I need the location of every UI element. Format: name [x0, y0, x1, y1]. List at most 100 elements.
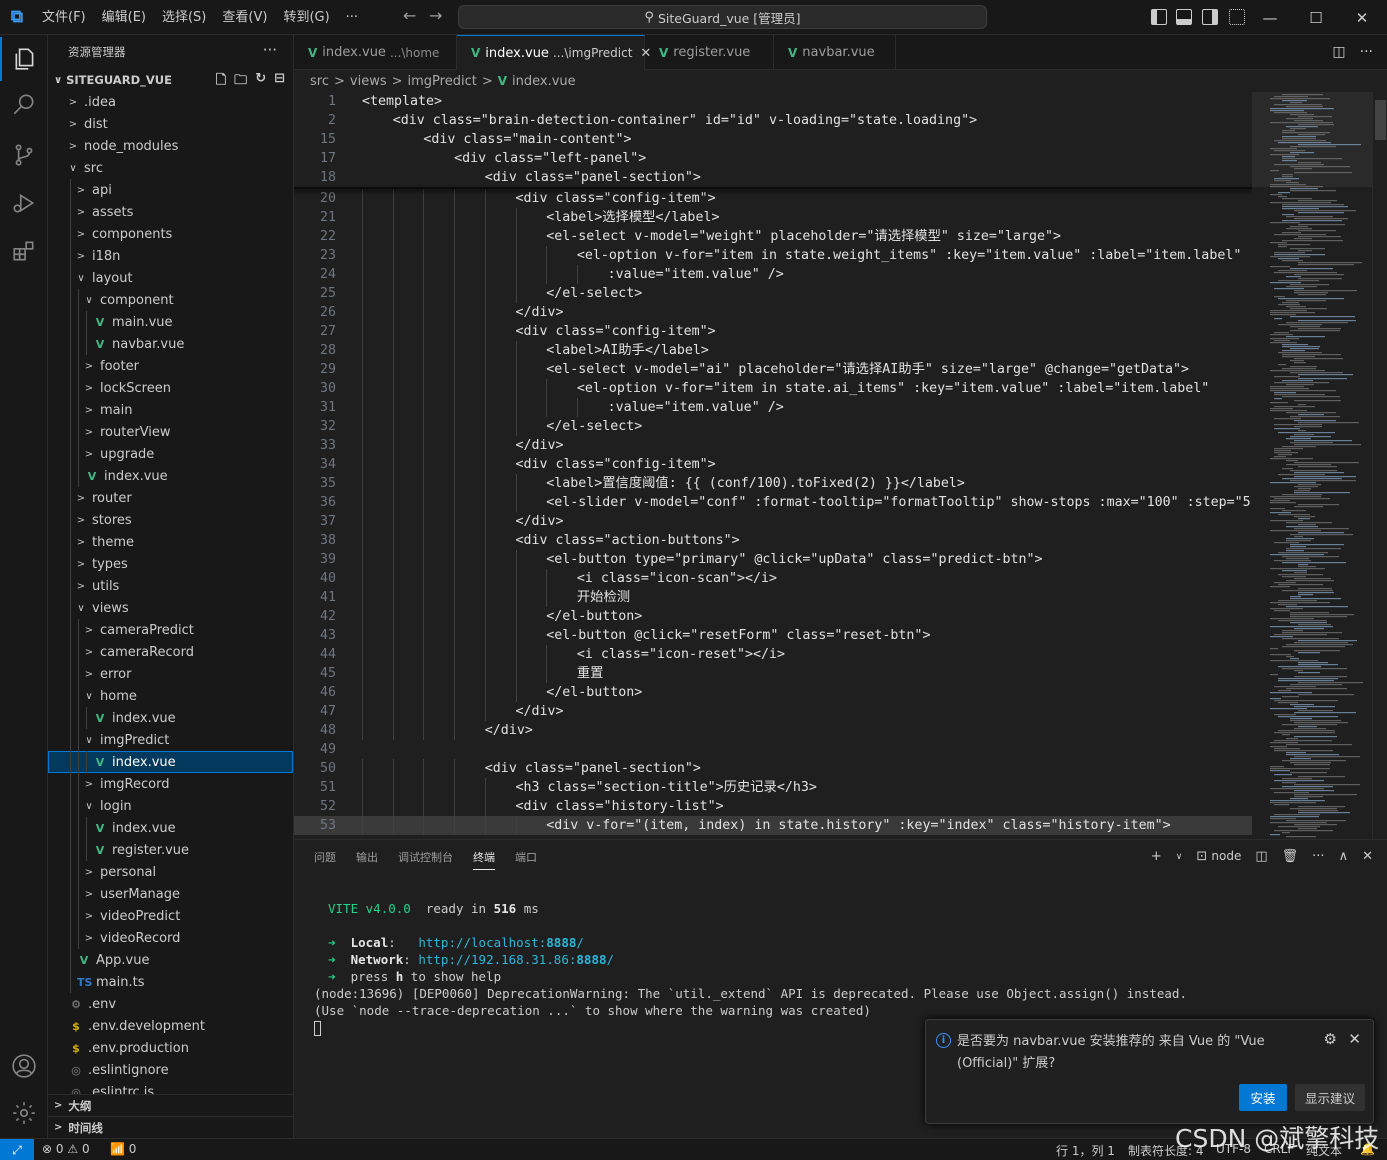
tab-problems[interactable]: 问题	[314, 840, 336, 876]
close-window-icon[interactable]: ✕	[1339, 0, 1385, 35]
tree-item[interactable]: ∨ imgPredict	[48, 729, 293, 751]
customize-layout-icon[interactable]	[1229, 9, 1245, 25]
manage-gear-icon[interactable]	[0, 1091, 48, 1135]
tab-ports[interactable]: 端口	[515, 840, 537, 876]
menu-more[interactable]: ···	[338, 0, 366, 35]
tree-item[interactable]: ∨ component	[48, 289, 293, 311]
tree-item[interactable]: > .idea	[48, 91, 293, 113]
tree-item[interactable]: > components	[48, 223, 293, 245]
collapse-all-icon[interactable]: ⊟	[274, 71, 285, 93]
split-terminal-icon[interactable]: ◫	[1255, 849, 1267, 864]
minimap[interactable]	[1252, 92, 1372, 839]
toggle-secondary-sidebar-icon[interactable]	[1202, 9, 1218, 25]
tree-item[interactable]: TS main.ts	[48, 971, 293, 993]
tree-item[interactable]: > theme	[48, 531, 293, 553]
workspace-root[interactable]: ∨ SITEGUARD_VUE 🗋 🗀 ↻ ⊟	[48, 69, 293, 91]
tree-item[interactable]: > videoRecord	[48, 927, 293, 949]
close-icon[interactable]: ✕	[1348, 1030, 1361, 1048]
new-terminal-icon[interactable]: +	[1151, 849, 1162, 864]
tree-item[interactable]: > i18n	[48, 245, 293, 267]
ports-status[interactable]: 📶 0	[110, 1142, 136, 1156]
breadcrumb-item[interactable]: index.vue	[512, 74, 576, 89]
new-file-icon[interactable]: 🗋	[216, 71, 226, 93]
account-icon[interactable]	[0, 1044, 48, 1088]
tree-item[interactable]: > lockScreen	[48, 377, 293, 399]
menu-selection[interactable]: 选择(S)	[154, 0, 214, 35]
code-editor[interactable]: 19<h3 class="section-title">模型配置</h3>20<…	[294, 92, 1252, 839]
outline-section[interactable]: > 大纲	[48, 1094, 293, 1116]
breadcrumb-item[interactable]: imgPredict	[408, 74, 477, 89]
source-control-icon[interactable]	[0, 133, 48, 177]
tree-item[interactable]: > personal	[48, 861, 293, 883]
tab-register[interactable]: V register.vue	[645, 35, 774, 70]
minimize-icon[interactable]: —	[1247, 0, 1293, 35]
tree-item[interactable]: > types	[48, 553, 293, 575]
more-actions-icon[interactable]: ···	[1312, 849, 1324, 864]
tree-item[interactable]: $ .env.development	[48, 1015, 293, 1037]
chevron-down-icon[interactable]: ∨	[1176, 852, 1183, 862]
tree-item[interactable]: > error	[48, 663, 293, 685]
menu-edit[interactable]: 编辑(E)	[94, 0, 154, 35]
tree-item[interactable]: > footer	[48, 355, 293, 377]
editor-scrollbar[interactable]	[1372, 92, 1387, 839]
tree-item[interactable]: Vindex.vue	[48, 817, 293, 839]
search-view-icon[interactable]	[0, 83, 48, 127]
tab-output[interactable]: 输出	[356, 840, 378, 876]
tree-item[interactable]: > cameraRecord	[48, 641, 293, 663]
toggle-panel-icon[interactable]	[1176, 9, 1192, 25]
tab-index-imgpredict[interactable]: V index.vue ...\imgPredict ✕	[457, 35, 651, 70]
menu-goto[interactable]: 转到(G)	[275, 0, 337, 35]
tree-item[interactable]: > upgrade	[48, 443, 293, 465]
tree-item[interactable]: ∨ layout	[48, 267, 293, 289]
forward-arrow-icon[interactable]: →	[429, 6, 442, 25]
show-recommendations-button[interactable]: 显示建议	[1295, 1084, 1365, 1111]
tree-item[interactable]: > routerView	[48, 421, 293, 443]
tree-item[interactable]: Vindex.vue	[48, 707, 293, 729]
maximize-panel-icon[interactable]: ∧	[1339, 849, 1349, 864]
close-panel-icon[interactable]: ✕	[1362, 849, 1373, 864]
terminal-shell[interactable]: ⊡ node	[1196, 849, 1241, 864]
cursor-position[interactable]: 行 1，列 1	[1056, 1142, 1115, 1159]
tree-item[interactable]: > router	[48, 487, 293, 509]
tree-item[interactable]: V App.vue	[48, 949, 293, 971]
more-actions-icon[interactable]: ···	[1360, 44, 1373, 60]
back-arrow-icon[interactable]: ←	[403, 6, 416, 25]
gear-icon[interactable]: ⚙	[1324, 1030, 1337, 1048]
remote-icon[interactable]: ⤢	[0, 1139, 34, 1160]
tree-item[interactable]: Vnavbar.vue	[48, 333, 293, 355]
tree-item[interactable]: ◎ .eslintignore	[48, 1059, 293, 1081]
tree-item[interactable]: ∨ home	[48, 685, 293, 707]
tree-item[interactable]: ⚙ .env	[48, 993, 293, 1015]
tree-item[interactable]: ∨ src	[48, 157, 293, 179]
new-folder-icon[interactable]: 🗀	[234, 71, 247, 93]
command-center-search[interactable]: ⚲ SiteGuard_vue [管理员]	[458, 5, 987, 29]
tab-index-home[interactable]: V index.vue ...\home	[294, 35, 457, 70]
tree-item[interactable]: Vmain.vue	[48, 311, 293, 333]
timeline-section[interactable]: > 时间线	[48, 1116, 293, 1138]
tab-debug-console[interactable]: 调试控制台	[398, 840, 453, 876]
problems-status[interactable]: ⊗ 0 ⚠ 0	[42, 1142, 90, 1156]
tree-item[interactable]: ∨ views	[48, 597, 293, 619]
maximize-icon[interactable]: ☐	[1293, 0, 1339, 35]
run-debug-icon[interactable]	[0, 181, 48, 225]
explorer-icon[interactable]	[0, 37, 48, 81]
trash-icon[interactable]: 🗑	[1282, 849, 1299, 864]
tree-item[interactable]: > main	[48, 399, 293, 421]
more-actions-icon[interactable]: ···	[263, 41, 277, 59]
tree-item[interactable]: > utils	[48, 575, 293, 597]
tree-item[interactable]: > videoPredict	[48, 905, 293, 927]
tree-item[interactable]: Vindex.vue	[48, 751, 293, 773]
breadcrumb-item[interactable]: views	[350, 74, 387, 89]
toggle-sidebar-icon[interactable]	[1151, 9, 1167, 25]
tree-item[interactable]: > cameraPredict	[48, 619, 293, 641]
scrollbar-thumb[interactable]	[1375, 100, 1386, 140]
tree-item[interactable]: > stores	[48, 509, 293, 531]
tree-item[interactable]: > imgRecord	[48, 773, 293, 795]
tab-navbar[interactable]: V navbar.vue	[774, 35, 896, 70]
split-editor-icon[interactable]: ◫	[1332, 44, 1345, 60]
menu-view[interactable]: 查看(V)	[214, 0, 275, 35]
install-button[interactable]: 安装	[1239, 1084, 1287, 1111]
tree-item[interactable]: > node_modules	[48, 135, 293, 157]
menu-file[interactable]: 文件(F)	[34, 0, 94, 35]
tree-item[interactable]: > userManage	[48, 883, 293, 905]
